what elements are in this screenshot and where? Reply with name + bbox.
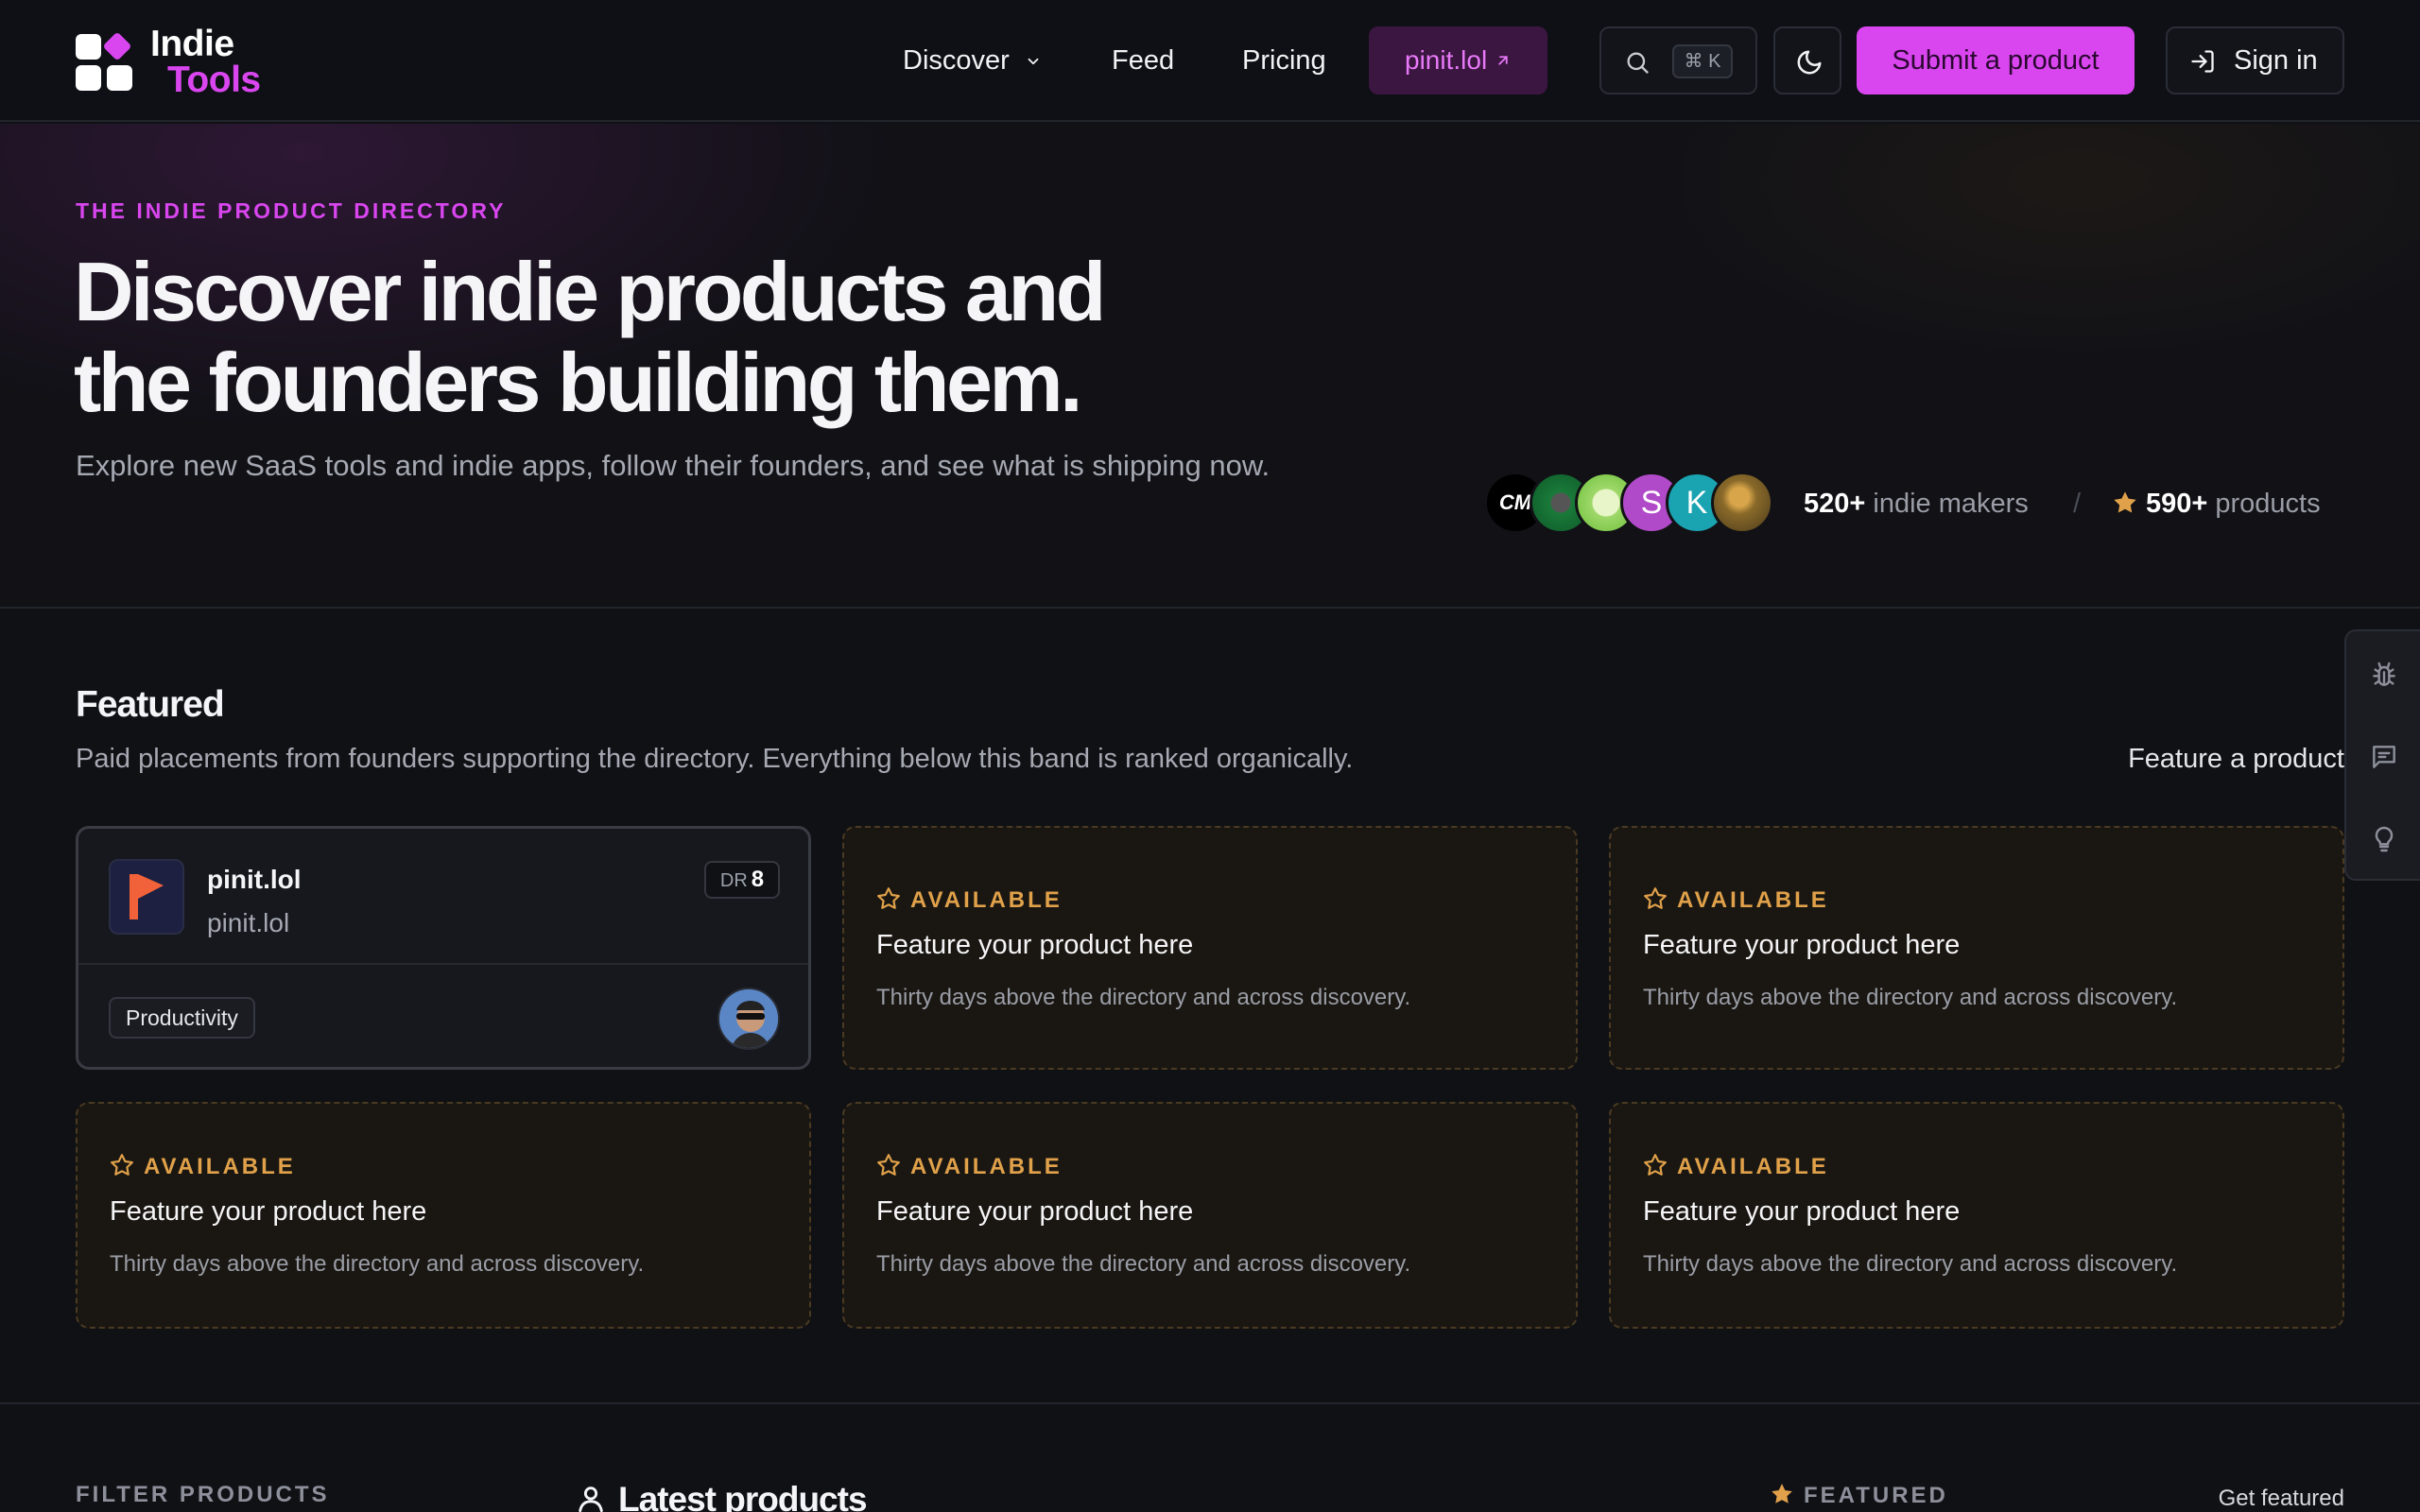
dr-value: 8: [751, 867, 765, 892]
products-stat: 590+ products: [2112, 485, 2321, 523]
available-slot-card[interactable]: AVAILABLE Feature your product here Thir…: [1609, 1102, 2344, 1329]
filter-products-heading: FILTER PRODUCTS: [76, 1482, 330, 1507]
search-icon: [1627, 52, 1649, 74]
brand-line1: Indie: [150, 24, 234, 64]
feedback-icon[interactable]: [2369, 742, 2399, 772]
search-shortcut-hint: ⌘ K: [1672, 44, 1733, 78]
nav-pinit-label: pinit.lol: [1405, 45, 1488, 75]
slot-title: Feature your product here: [876, 1196, 1194, 1227]
feature-a-product-link[interactable]: Feature a product: [2128, 744, 2344, 775]
available-slot-card[interactable]: AVAILABLE Feature your product here Thir…: [842, 1102, 1578, 1329]
theme-toggle-button[interactable]: [1773, 26, 1841, 94]
slot-label: AVAILABLE: [110, 1153, 296, 1180]
category-tag[interactable]: Productivity: [109, 997, 255, 1039]
hero-title-line1: Discover indie products and: [74, 245, 1106, 338]
slot-description: Thirty days above the directory and acro…: [1643, 1251, 2178, 1277]
chevron-down-icon: [1028, 59, 1039, 65]
slot-title: Feature your product here: [1643, 1196, 1961, 1227]
nav-discover-label: Discover: [903, 45, 1010, 76]
domain-rating-badge: DR 8: [704, 861, 780, 899]
moon-icon: [1797, 50, 1822, 75]
featured-description: Paid placements from founders supporting…: [76, 744, 1354, 774]
star-icon: [2114, 491, 2136, 513]
nav-pinit-link[interactable]: pinit.lol: [1369, 26, 1547, 94]
section-divider: [0, 1402, 2420, 1404]
nav-feed[interactable]: Feed: [1112, 40, 1174, 81]
slot-title: Feature your product here: [1643, 930, 1961, 960]
star-icon: [1772, 1484, 1792, 1503]
featured-heading: Featured: [76, 684, 225, 725]
slot-description: Thirty days above the directory and acro…: [876, 1251, 1411, 1277]
dr-label: DR: [719, 870, 748, 891]
bug-icon[interactable]: [2369, 660, 2399, 690]
brand-logo[interactable]: Indie Tools: [76, 26, 284, 98]
products-count: 590+: [2146, 489, 2208, 519]
slot-label: AVAILABLE: [1643, 886, 1829, 914]
logo-mark-icon: [76, 31, 134, 91]
sign-in-label: Sign in: [2234, 45, 2318, 76]
avatar[interactable]: [1711, 472, 1773, 534]
hero-section: THE INDIE PRODUCT DIRECTORY Discover ind…: [0, 124, 2420, 609]
stat-separator: /: [2073, 489, 2082, 519]
products-label: products: [2215, 489, 2321, 519]
sign-in-icon: [2191, 50, 2214, 73]
hero-title-line2: the founders building them.: [74, 335, 1083, 429]
avatar[interactable]: [717, 988, 780, 1050]
side-tool-panel: [2344, 629, 2420, 881]
lightbulb-icon[interactable]: [2369, 824, 2399, 854]
star-outline-icon: [111, 1154, 133, 1176]
available-slot-card[interactable]: AVAILABLE Feature your product here Thir…: [76, 1102, 811, 1329]
hero-subtitle: Explore new SaaS tools and indie apps, f…: [76, 449, 1270, 482]
maker-avatar-stack: CM S K: [1484, 472, 1777, 534]
get-featured-link[interactable]: Get featured: [2219, 1486, 2344, 1512]
nav-pricing[interactable]: Pricing: [1242, 40, 1326, 81]
featured-product-card[interactable]: pinit.lol pinit.lol DR 8 Productivity: [76, 826, 811, 1070]
latest-products-heading: Latest products: [575, 1480, 868, 1512]
featured-side-heading: FEATURED: [1770, 1482, 1948, 1509]
available-slot-card[interactable]: AVAILABLE Feature your product here Thir…: [842, 826, 1578, 1070]
latest-icon: [579, 1486, 603, 1512]
external-arrow-icon: [1498, 56, 1508, 65]
slot-title: Feature your product here: [876, 930, 1194, 960]
product-logo-icon: [109, 859, 184, 935]
product-url: pinit.lol: [207, 908, 290, 937]
slot-label: AVAILABLE: [876, 1153, 1063, 1180]
makers-stat: 520+ indie makers: [1804, 485, 2029, 523]
search-button[interactable]: ⌘ K: [1599, 26, 1757, 94]
slot-title: Feature your product here: [110, 1196, 427, 1227]
available-slot-card[interactable]: AVAILABLE Feature your product here Thir…: [1609, 826, 2344, 1070]
nav-discover[interactable]: Discover: [903, 40, 1042, 81]
slot-description: Thirty days above the directory and acro…: [1643, 985, 2178, 1010]
submit-product-button[interactable]: Submit a product: [1857, 26, 2135, 94]
star-outline-icon: [877, 887, 900, 909]
sign-in-button[interactable]: Sign in: [2166, 26, 2344, 94]
makers-label: indie makers: [1873, 489, 2029, 519]
brand-line2: Tools: [167, 60, 261, 100]
brand-wordmark: Indie Tools: [150, 26, 261, 98]
star-outline-icon: [877, 1154, 900, 1176]
card-divider: [78, 963, 808, 965]
product-name: pinit.lol: [207, 865, 302, 894]
slot-label: AVAILABLE: [876, 886, 1063, 914]
star-outline-icon: [1644, 887, 1667, 909]
star-outline-icon: [1644, 1154, 1667, 1176]
slot-description: Thirty days above the directory and acro…: [110, 1251, 645, 1277]
slot-description: Thirty days above the directory and acro…: [876, 985, 1411, 1010]
makers-count: 520+: [1804, 489, 1866, 519]
hero-title: Discover indie products and the founders…: [74, 247, 1208, 428]
top-navbar: Indie Tools Discover Feed Pricing pinit.…: [0, 0, 2420, 122]
slot-label: AVAILABLE: [1643, 1153, 1829, 1180]
hero-eyebrow: THE INDIE PRODUCT DIRECTORY: [76, 198, 507, 223]
